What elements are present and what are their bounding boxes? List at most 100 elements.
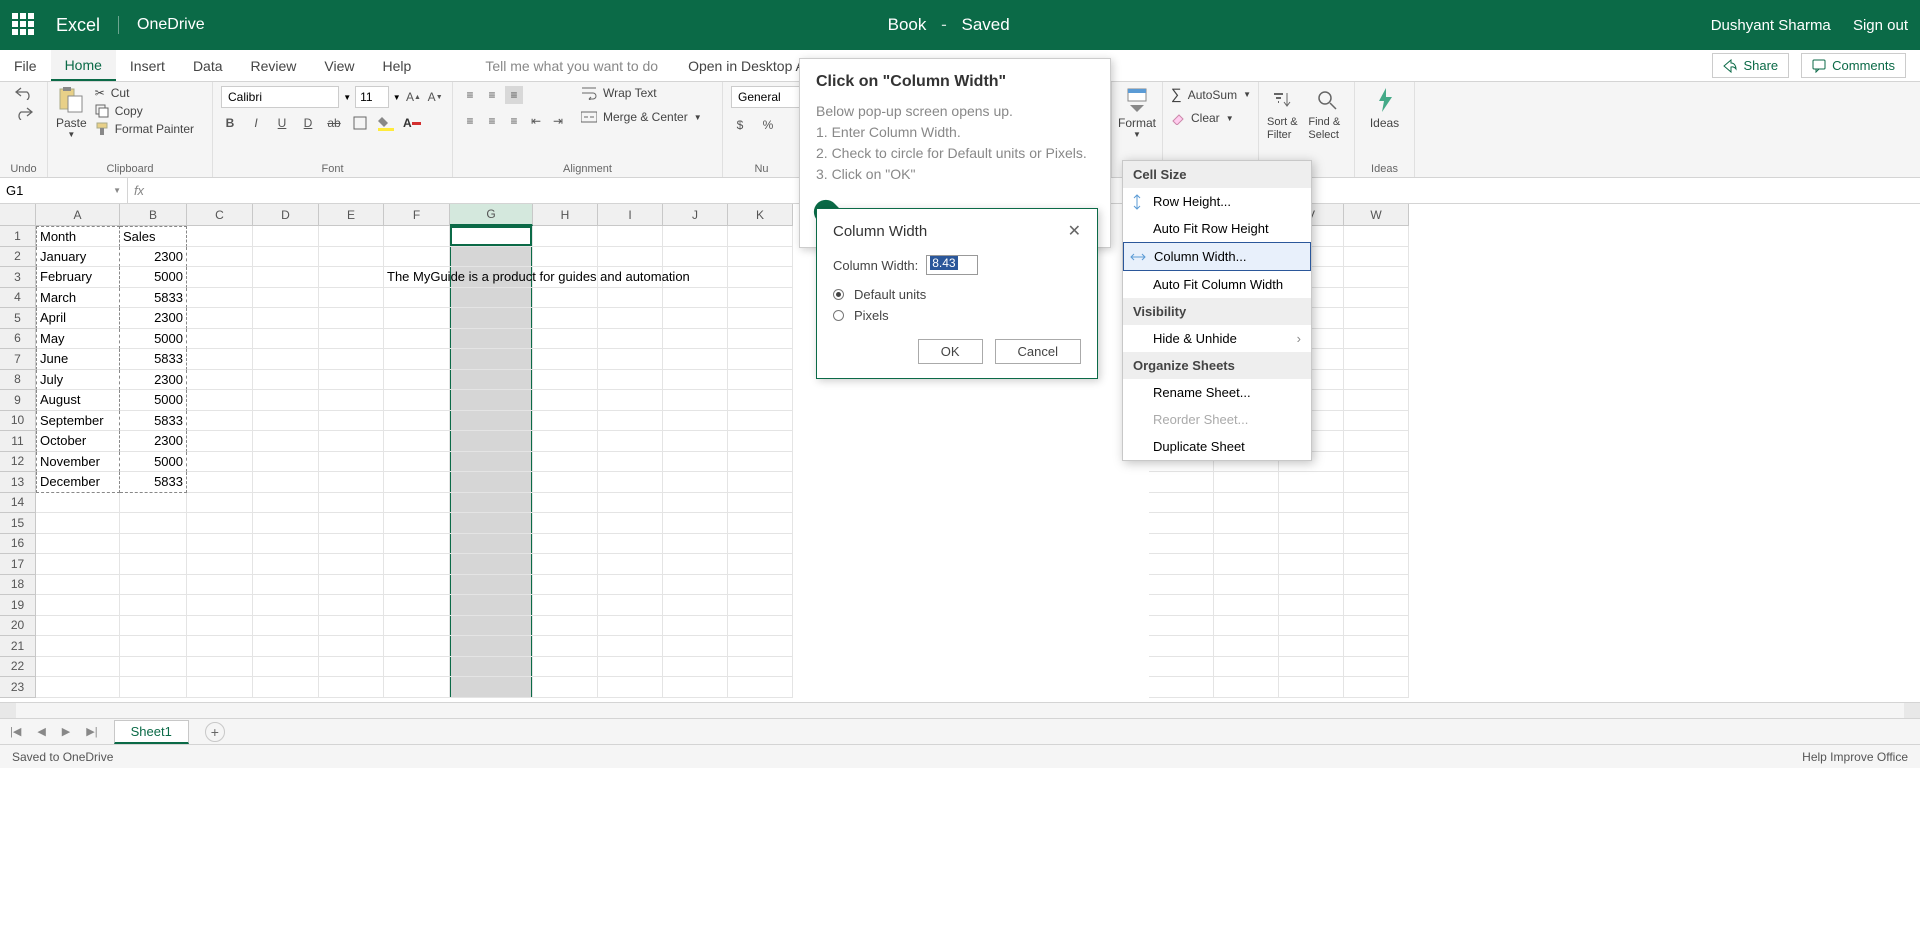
cell-A14[interactable] bbox=[36, 493, 120, 514]
row-header-20[interactable]: 20 bbox=[0, 616, 36, 637]
cell-K8[interactable] bbox=[728, 370, 793, 391]
cell-T13[interactable] bbox=[1149, 472, 1214, 493]
tell-me-search[interactable]: Tell me what you want to do bbox=[485, 58, 658, 74]
cell-E20[interactable] bbox=[319, 616, 384, 637]
column-header-I[interactable]: I bbox=[598, 204, 663, 226]
cell-I15[interactable] bbox=[598, 513, 663, 534]
cell-W14[interactable] bbox=[1344, 493, 1409, 514]
font-name-select[interactable]: Calibri bbox=[221, 86, 339, 108]
onedrive-link[interactable]: OneDrive bbox=[118, 16, 205, 34]
cell-T22[interactable] bbox=[1149, 657, 1214, 678]
cell-H19[interactable] bbox=[533, 595, 598, 616]
cell-C15[interactable] bbox=[187, 513, 253, 534]
menu-column-width[interactable]: Column Width... bbox=[1123, 242, 1311, 271]
cell-K20[interactable] bbox=[728, 616, 793, 637]
cell-I6[interactable] bbox=[598, 329, 663, 350]
cell-B6[interactable]: 5000 bbox=[120, 329, 187, 350]
cell-W17[interactable] bbox=[1344, 554, 1409, 575]
cell-W4[interactable] bbox=[1344, 288, 1409, 309]
cell-D19[interactable] bbox=[253, 595, 319, 616]
cell-I2[interactable] bbox=[598, 247, 663, 268]
radio-default-units[interactable]: Default units bbox=[833, 287, 1081, 302]
cell-B9[interactable]: 5000 bbox=[120, 390, 187, 411]
row-header-15[interactable]: 15 bbox=[0, 513, 36, 534]
cell-F15[interactable] bbox=[384, 513, 450, 534]
cell-C13[interactable] bbox=[187, 472, 253, 493]
font-color-button[interactable]: A bbox=[403, 114, 421, 132]
cell-K15[interactable] bbox=[728, 513, 793, 534]
column-header-G[interactable]: G bbox=[450, 204, 533, 226]
radio-pixels[interactable]: Pixels bbox=[833, 308, 1081, 323]
cell-D23[interactable] bbox=[253, 677, 319, 698]
sheet-nav-next[interactable]: ▶ bbox=[62, 725, 70, 738]
cell-E11[interactable] bbox=[319, 431, 384, 452]
cell-E15[interactable] bbox=[319, 513, 384, 534]
cell-B7[interactable]: 5833 bbox=[120, 349, 187, 370]
cell-H2[interactable] bbox=[533, 247, 598, 268]
row-header-17[interactable]: 17 bbox=[0, 554, 36, 575]
cell-C21[interactable] bbox=[187, 636, 253, 657]
cell-U21[interactable] bbox=[1214, 636, 1279, 657]
borders-button[interactable] bbox=[351, 114, 369, 132]
cell-B19[interactable] bbox=[120, 595, 187, 616]
align-center-icon[interactable]: ≡ bbox=[483, 112, 501, 130]
cell-D9[interactable] bbox=[253, 390, 319, 411]
cell-H5[interactable] bbox=[533, 308, 598, 329]
app-name[interactable]: Excel bbox=[56, 15, 100, 36]
menu-autofit-row[interactable]: Auto Fit Row Height bbox=[1123, 215, 1311, 242]
cell-H15[interactable] bbox=[533, 513, 598, 534]
cell-J9[interactable] bbox=[663, 390, 728, 411]
tab-file[interactable]: File bbox=[0, 50, 51, 81]
cell-C1[interactable] bbox=[187, 226, 253, 247]
column-header-A[interactable]: A bbox=[36, 204, 120, 226]
cell-G21[interactable] bbox=[450, 636, 533, 657]
cell-B2[interactable]: 2300 bbox=[120, 247, 187, 268]
cell-C2[interactable] bbox=[187, 247, 253, 268]
cell-F11[interactable] bbox=[384, 431, 450, 452]
cell-W20[interactable] bbox=[1344, 616, 1409, 637]
cell-W22[interactable] bbox=[1344, 657, 1409, 678]
cell-K16[interactable] bbox=[728, 534, 793, 555]
cell-F21[interactable] bbox=[384, 636, 450, 657]
cell-A21[interactable] bbox=[36, 636, 120, 657]
cell-W16[interactable] bbox=[1344, 534, 1409, 555]
cell-G11[interactable] bbox=[450, 431, 533, 452]
row-header-23[interactable]: 23 bbox=[0, 677, 36, 698]
cell-U18[interactable] bbox=[1214, 575, 1279, 596]
cell-V14[interactable] bbox=[1279, 493, 1344, 514]
cell-J8[interactable] bbox=[663, 370, 728, 391]
find-select-button[interactable]: Find & Select bbox=[1308, 86, 1346, 142]
cell-T19[interactable] bbox=[1149, 595, 1214, 616]
cell-T15[interactable] bbox=[1149, 513, 1214, 534]
cell-K19[interactable] bbox=[728, 595, 793, 616]
cell-B3[interactable]: 5000 bbox=[120, 267, 187, 288]
cancel-button[interactable]: Cancel bbox=[995, 339, 1081, 364]
cell-V23[interactable] bbox=[1279, 677, 1344, 698]
cell-E4[interactable] bbox=[319, 288, 384, 309]
italic-button[interactable]: I bbox=[247, 114, 265, 132]
cell-W5[interactable] bbox=[1344, 308, 1409, 329]
comments-button[interactable]: Comments bbox=[1801, 53, 1906, 78]
undo-icon[interactable] bbox=[15, 86, 33, 100]
cell-D16[interactable] bbox=[253, 534, 319, 555]
cell-J19[interactable] bbox=[663, 595, 728, 616]
cell-D7[interactable] bbox=[253, 349, 319, 370]
cell-D5[interactable] bbox=[253, 308, 319, 329]
cell-B12[interactable]: 5000 bbox=[120, 452, 187, 473]
cell-W6[interactable] bbox=[1344, 329, 1409, 350]
cell-H12[interactable] bbox=[533, 452, 598, 473]
cell-C5[interactable] bbox=[187, 308, 253, 329]
row-header-18[interactable]: 18 bbox=[0, 575, 36, 596]
cell-H20[interactable] bbox=[533, 616, 598, 637]
fx-icon[interactable]: fx bbox=[128, 183, 150, 198]
row-header-7[interactable]: 7 bbox=[0, 349, 36, 370]
cell-G7[interactable] bbox=[450, 349, 533, 370]
cell-D22[interactable] bbox=[253, 657, 319, 678]
cell-K23[interactable] bbox=[728, 677, 793, 698]
column-width-input[interactable]: 8.43 bbox=[926, 255, 978, 275]
cell-I19[interactable] bbox=[598, 595, 663, 616]
cell-G17[interactable] bbox=[450, 554, 533, 575]
cell-D8[interactable] bbox=[253, 370, 319, 391]
redo-icon[interactable] bbox=[15, 106, 33, 120]
row-header-11[interactable]: 11 bbox=[0, 431, 36, 452]
